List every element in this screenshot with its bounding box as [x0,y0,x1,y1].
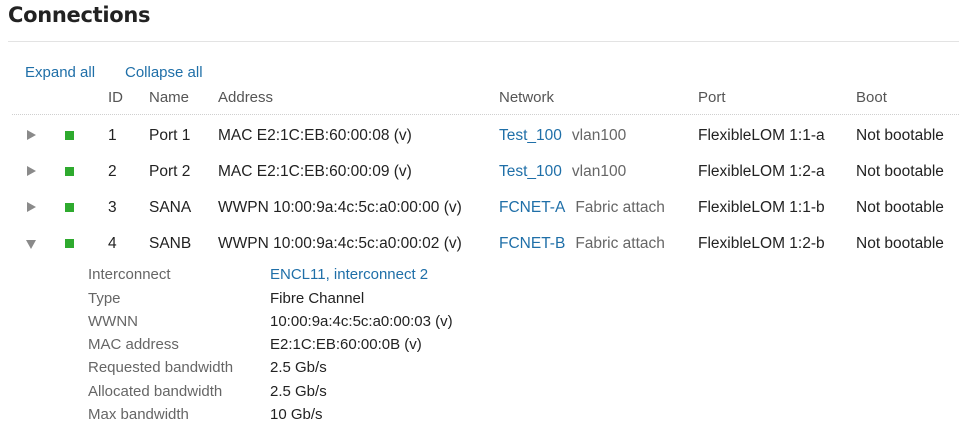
expand-row-icon[interactable] [27,166,36,176]
cell-id: 1 [108,127,117,144]
cell-name: SANB [149,235,192,252]
header-divider [12,114,959,115]
network-link[interactable]: Test_100 [499,127,562,144]
cell-id: 3 [108,199,117,216]
detail-value: 10 Gb/s [270,406,323,423]
table-row[interactable]: 1 Port 1 MAC E2:1C:EB:60:00:08 (v) Test_100… [0,118,959,154]
cell-network: Test_100 vlan100 [499,127,626,145]
network-detail: Fabric attach [575,199,665,216]
network-link[interactable]: Test_100 [499,163,562,180]
network-link[interactable]: FCNET-A [499,199,565,216]
expand-all-link[interactable]: Expand all [25,64,95,81]
cell-boot: Not bootable [856,199,944,216]
status-ok-icon [65,239,74,248]
cell-network: FCNET-A Fabric attach [499,199,665,217]
detail-value-link[interactable]: ENCL11, interconnect 2 [270,266,428,283]
detail-value: 2.5 Gb/s [270,383,327,400]
collapse-row-icon[interactable] [26,240,36,249]
cell-boot: Not bootable [856,235,944,252]
status-ok-icon [65,167,74,176]
detail-value: Fibre Channel [270,290,365,307]
column-header-port[interactable]: Port [698,89,726,106]
column-header-address[interactable]: Address [218,89,273,106]
detail-value: 2.5 Gb/s [270,359,327,376]
cell-address: WWPN 10:00:9a:4c:5c:a0:00:00 (v) [218,199,462,216]
table-row[interactable]: 3 SANA WWPN 10:00:9a:4c:5c:a0:00:00 (v) FCN… [0,190,959,226]
cell-network: Test_100 vlan100 [499,163,626,181]
cell-id: 4 [108,235,117,252]
cell-name: Port 1 [149,127,191,144]
cell-name: SANA [149,199,192,216]
cell-port: FlexibleLOM 1:2-a [698,163,825,180]
detail-value: E2:1C:EB:60:00:0B (v) [270,336,422,353]
cell-address: MAC E2:1C:EB:60:00:08 (v) [218,127,412,144]
network-detail: vlan100 [571,163,627,180]
table-row[interactable]: 2 Port 2 MAC E2:1C:EB:60:00:09 (v) Test_100… [0,154,959,190]
expand-row-icon[interactable] [27,202,36,212]
detail-label: Max bandwidth [88,406,189,423]
cell-port: FlexibleLOM 1:2-b [698,235,825,252]
network-detail: Fabric attach [575,235,665,252]
cell-port: FlexibleLOM 1:1-a [698,127,825,144]
network-detail: vlan100 [571,127,627,144]
status-ok-icon [65,131,74,140]
detail-label: Type [88,290,121,307]
detail-value: 10:00:9a:4c:5c:a0:00:03 (v) [270,313,453,330]
status-ok-icon [65,203,74,212]
cell-boot: Not bootable [856,127,944,144]
table-row[interactable]: 4 SANB WWPN 10:00:9a:4c:5c:a0:00:02 (v) FCN… [0,226,959,262]
column-header-id[interactable]: ID [108,89,123,106]
column-header-name[interactable]: Name [149,89,189,106]
cell-port: FlexibleLOM 1:1-b [698,199,825,216]
detail-label: Requested bandwidth [88,359,234,376]
detail-label: Interconnect [88,266,171,283]
detail-label: MAC address [88,336,179,353]
page-title: Connections [8,3,151,27]
detail-label: Allocated bandwidth [88,383,223,400]
column-header-network[interactable]: Network [499,89,554,106]
cell-address: MAC E2:1C:EB:60:00:09 (v) [218,163,412,180]
column-header-boot[interactable]: Boot [856,89,887,106]
cell-address: WWPN 10:00:9a:4c:5c:a0:00:02 (v) [218,235,462,252]
cell-network: FCNET-B Fabric attach [499,235,665,253]
collapse-all-link[interactable]: Collapse all [125,64,203,81]
title-divider [8,41,959,42]
cell-id: 2 [108,163,117,180]
expand-row-icon[interactable] [27,130,36,140]
cell-name: Port 2 [149,163,191,180]
detail-label: WWNN [88,313,138,330]
network-link[interactable]: FCNET-B [499,235,565,252]
cell-boot: Not bootable [856,163,944,180]
